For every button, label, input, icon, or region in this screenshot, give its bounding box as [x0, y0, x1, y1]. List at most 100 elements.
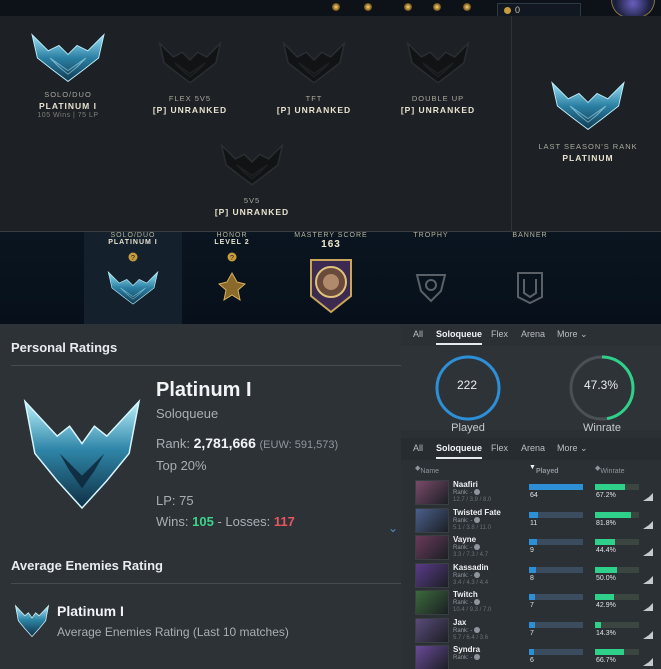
tab-flex[interactable]: Flex [491, 329, 508, 339]
played-bar-fill [529, 649, 534, 655]
table-row[interactable]: Naafiri Rank: - 12.7 / 3.9 / 8.0 64 67.2% [415, 479, 661, 506]
ranked-overview-popup: SOLO/DUO PLATINUM I 105 Wins | 75 LP FLE… [0, 16, 661, 232]
champion-kda: 12.7 / 3.9 / 8.0 [453, 497, 492, 503]
tab-all[interactable]: All [413, 443, 423, 453]
honor-icon [217, 271, 247, 302]
winrate-bar-fill [595, 594, 614, 600]
table-row[interactable]: Twisted Fate Rank: - 5.1 / 3.8 / 11.0 11 81… [415, 507, 661, 534]
tab-arena[interactable]: Arena [521, 443, 545, 453]
tab-more[interactable]: More ⌄ [557, 329, 588, 340]
currency-display[interactable]: 0 [497, 3, 581, 17]
champion-portrait [415, 645, 449, 669]
table-row[interactable]: Jax Rank: - 5.7 / 6.4 / 3.6 7 14.3% [415, 617, 661, 644]
trend-graph-icon [643, 548, 653, 556]
champion-rank: Rank: - [453, 626, 481, 634]
avg-rank-title: Platinum I [57, 603, 124, 619]
played-count: 7 [530, 629, 534, 637]
champion-rank: Rank: - [453, 544, 481, 551]
queue-solo-duo[interactable]: SOLO/DUO PLATINUM I 105 Wins | 75 LP [8, 30, 128, 119]
svg-text:?: ? [230, 255, 234, 262]
played-bar [529, 566, 583, 573]
winrate-value: 67.2% [596, 492, 616, 499]
column-played[interactable]: ▼ Played [529, 464, 559, 475]
info-icon[interactable]: ? [128, 252, 138, 262]
chevron-down-icon[interactable]: ⌄ [388, 521, 398, 535]
losses-label: - Losses: [217, 514, 271, 529]
champion-table-header: ◆ Name ▼ Played ◆ Winrate [401, 460, 661, 476]
queue-5v5[interactable]: 5V5 [P] UNRANKED [192, 142, 312, 217]
champion-portrait [415, 562, 449, 588]
trend-graph-icon [643, 658, 653, 666]
winrate-value: 44.4% [596, 547, 616, 554]
profile-trophy[interactable]: TROPHY [391, 232, 471, 307]
column-winrate[interactable]: ◆ Winrate [595, 464, 625, 475]
played-bar-fill [529, 594, 535, 600]
slot-value: LEVEL 2 [214, 239, 250, 246]
last-season-label: LAST SEASON'S RANK [538, 142, 638, 151]
queue-double-up[interactable]: DOUBLE UP [P] UNRANKED [378, 40, 498, 115]
queue-rank: [P] UNRANKED [214, 207, 290, 217]
queue-rank: PLATINUM I [38, 101, 97, 111]
winrate-bar [595, 649, 639, 655]
svg-text:?: ? [131, 255, 135, 262]
played-bar [529, 484, 583, 490]
winrate-label: Winrate [583, 422, 621, 434]
table-row[interactable]: Kassadin Rank: - 3.4 / 4.3 / 4.4 8 50.0% [415, 562, 661, 589]
tab-soloqueue[interactable]: Soloqueue [436, 443, 482, 453]
platinum-emblem-icon [23, 30, 113, 86]
summary-circles: 222 Played 47.3% Winrate [401, 346, 661, 434]
platinum-emblem-icon [102, 268, 164, 308]
table-row[interactable]: Twitch Rank: - 10.4 / 9.3 / 7.0 7 42.9% [415, 589, 661, 616]
info-icon [474, 544, 481, 550]
tab-all[interactable]: All [413, 329, 423, 339]
queue-name: SOLO/DUO [44, 90, 92, 99]
winrate-bar [595, 594, 639, 600]
table-row[interactable]: Syndra Rank: - 6 66.7% [415, 644, 661, 669]
slot-value: PLATINUM I [108, 239, 158, 246]
profile-honor[interactable]: HONOR LEVEL 2 ? [192, 232, 272, 304]
table-row[interactable]: Vayne Rank: - 3.3 / 7.3 / 4.7 9 44.4% [415, 534, 661, 561]
played-count: 9 [530, 547, 534, 554]
tab-arena[interactable]: Arena [521, 329, 545, 339]
trend-graph-icon [643, 603, 653, 611]
profile-solo-duo[interactable]: SOLO/DUO PLATINUM I ? [93, 232, 173, 308]
winrate-value: 14.3% [596, 629, 616, 637]
tab-flex[interactable]: Flex [491, 443, 508, 453]
profile-mastery[interactable]: MASTERY SCORE 163 [291, 232, 371, 316]
queue-name: TFT [305, 94, 323, 103]
tab-more[interactable]: More ⌄ [557, 443, 588, 454]
queue-rank: [P] UNRANKED [152, 105, 228, 115]
played-bar-fill [529, 511, 539, 518]
banner-icon [517, 272, 543, 305]
played-stat: 222 Played [433, 354, 503, 434]
platinum-emblem-icon [23, 398, 141, 510]
queue-name: FLEX 5V5 [168, 94, 212, 103]
winrate-stat: 47.3% Winrate [567, 354, 637, 434]
played-count: 7 [530, 602, 534, 609]
personal-ratings-card: Personal Ratings Platinum I Soloqueue Ra… [0, 324, 401, 669]
losses-value: 117 [273, 514, 295, 529]
champion-kda: 5.1 / 3.8 / 11.0 [453, 524, 491, 531]
mastery-score: 163 [321, 239, 341, 250]
mastery-crest-icon [310, 259, 352, 314]
info-icon[interactable]: ? [227, 252, 237, 262]
tab-soloqueue[interactable]: Soloqueue [436, 329, 482, 339]
divider [11, 583, 401, 584]
champion-rank: Rank: - [453, 571, 481, 579]
active-tab-indicator [436, 457, 482, 459]
champion-portrait [415, 535, 449, 560]
column-name[interactable]: ◆ Name [415, 464, 439, 475]
coin-icon [504, 7, 511, 14]
champion-rank: Rank: - [453, 599, 481, 606]
gold-light-icon [332, 3, 340, 11]
platinum-emblem-icon [14, 604, 50, 638]
queue-tft[interactable]: TFT [P] UNRANKED [254, 40, 374, 115]
profile-banner-strip: SOLO/DUO PLATINUM I ? HONOR LEVEL 2 ? MA… [0, 232, 661, 324]
queue-flex[interactable]: FLEX 5V5 [P] UNRANKED [130, 40, 250, 115]
played-label: Played [451, 422, 485, 434]
profile-banner[interactable]: BANNER [490, 232, 570, 307]
champion-portrait [415, 507, 449, 533]
winrate-value: 81.8% [596, 519, 616, 527]
queue-rank: [P] UNRANKED [276, 105, 352, 115]
info-icon [474, 516, 481, 523]
